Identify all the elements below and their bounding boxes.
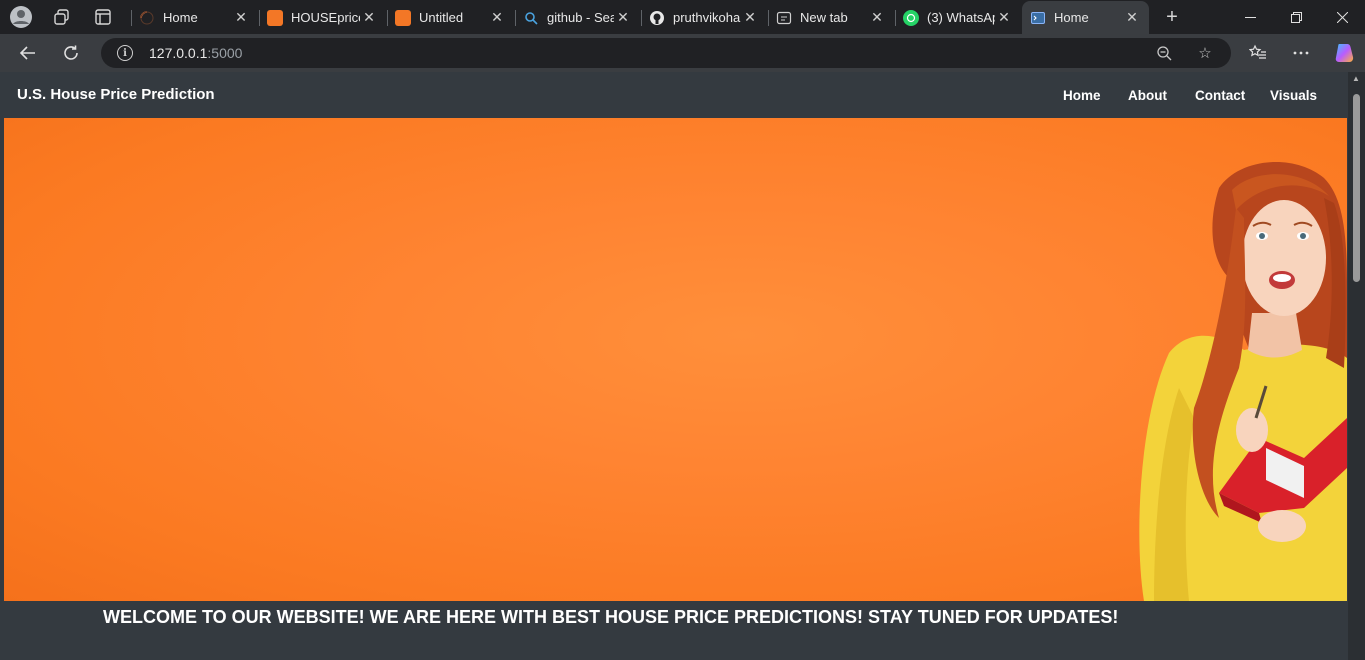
favorite-star-icon[interactable]: ☆ xyxy=(1194,43,1216,63)
terminal-page-icon xyxy=(1030,10,1046,26)
back-arrow-icon[interactable] xyxy=(14,39,42,67)
close-icon[interactable]: ✕ xyxy=(360,9,378,26)
site-info-icon[interactable]: i xyxy=(117,45,133,61)
search-icon xyxy=(523,10,539,26)
tab-houseprice[interactable]: HOUSEprice ✕ xyxy=(259,1,386,34)
address-toolbar: i 127.0.0.1:5000 ☆ xyxy=(0,34,1365,72)
site-brand[interactable]: U.S. House Price Prediction xyxy=(17,86,215,103)
hero-banner-image xyxy=(4,118,1347,601)
whatsapp-icon xyxy=(903,9,919,26)
close-icon[interactable]: ✕ xyxy=(868,9,886,26)
refresh-icon[interactable] xyxy=(57,39,85,67)
woman-with-book-illustration xyxy=(1139,162,1347,601)
tab-new-tab[interactable]: New tab ✕ xyxy=(768,1,894,34)
tab-title: HOUSEprice xyxy=(291,10,360,25)
tab-strip: Home ✕ HOUSEprice ✕ Untitled ✕ github - … xyxy=(0,0,1365,34)
tab-title: Home xyxy=(163,10,198,25)
address-bar[interactable]: i 127.0.0.1:5000 ☆ xyxy=(101,38,1231,68)
close-icon[interactable]: ✕ xyxy=(1123,9,1141,26)
tab-untitled[interactable]: Untitled ✕ xyxy=(387,1,514,34)
page-viewport: U.S. House Price Prediction Home About C… xyxy=(0,72,1365,660)
url-port: :5000 xyxy=(207,45,243,61)
profile-avatar-icon[interactable] xyxy=(9,5,33,29)
github-icon xyxy=(649,10,665,26)
tab-title: github - Sea xyxy=(547,10,614,25)
nav-link-about[interactable]: About xyxy=(1128,88,1167,103)
scroll-up-arrow-icon[interactable]: ▲ xyxy=(1352,74,1360,83)
close-icon[interactable]: ✕ xyxy=(488,9,506,26)
restore-icon[interactable] xyxy=(1273,0,1319,34)
close-icon[interactable]: ✕ xyxy=(995,9,1013,26)
jupyter-book-icon xyxy=(395,9,411,26)
browser-window: Home ✕ HOUSEprice ✕ Untitled ✕ github - … xyxy=(0,0,1365,660)
new-tab-plus-icon[interactable]: + xyxy=(1160,5,1184,29)
tab-title: New tab xyxy=(800,10,848,25)
tab-home-active[interactable]: Home ✕ xyxy=(1022,1,1149,34)
tab-title: pruthvikoha xyxy=(673,10,741,25)
tab-title: (3) WhatsAp xyxy=(927,10,995,25)
nav-link-visuals[interactable]: Visuals xyxy=(1270,88,1317,103)
site-navbar: U.S. House Price Prediction Home About C… xyxy=(0,72,1348,117)
tab-github-search[interactable]: github - Sea ✕ xyxy=(515,1,640,34)
close-icon[interactable]: ✕ xyxy=(741,9,759,26)
loading-spinner-icon xyxy=(139,10,155,26)
tab-home-1[interactable]: Home ✕ xyxy=(131,1,258,34)
tab-pruthvikoha[interactable]: pruthvikoha ✕ xyxy=(641,1,767,34)
nav-link-home[interactable]: Home xyxy=(1063,88,1101,103)
minimize-icon[interactable] xyxy=(1227,0,1273,34)
zoom-out-icon[interactable] xyxy=(1153,43,1175,63)
address-url[interactable]: 127.0.0.1:5000 xyxy=(149,45,242,61)
close-window-icon[interactable] xyxy=(1319,0,1365,34)
scrollbar-thumb[interactable] xyxy=(1353,94,1360,282)
nav-link-contact[interactable]: Contact xyxy=(1195,88,1245,103)
welcome-banner-text: WELCOME TO OUR WEBSITE! WE ARE HERE WITH… xyxy=(103,607,1119,627)
copilot-icon[interactable] xyxy=(1330,39,1358,67)
close-icon[interactable]: ✕ xyxy=(614,9,632,26)
page-scrollbar[interactable]: ▲ xyxy=(1348,72,1365,660)
tab-title: Home xyxy=(1054,10,1089,25)
workspaces-icon[interactable] xyxy=(50,5,74,29)
url-host: 127.0.0.1 xyxy=(149,45,208,61)
tab-title: Untitled xyxy=(419,10,464,25)
vertical-tabs-icon[interactable] xyxy=(91,5,115,29)
new-tab-icon xyxy=(776,10,792,26)
jupyter-book-icon xyxy=(267,9,283,26)
favorites-list-icon[interactable] xyxy=(1244,39,1272,67)
tab-whatsapp[interactable]: (3) WhatsAp ✕ xyxy=(895,1,1021,34)
close-icon[interactable]: ✕ xyxy=(232,9,250,26)
more-menu-icon[interactable] xyxy=(1287,39,1315,67)
